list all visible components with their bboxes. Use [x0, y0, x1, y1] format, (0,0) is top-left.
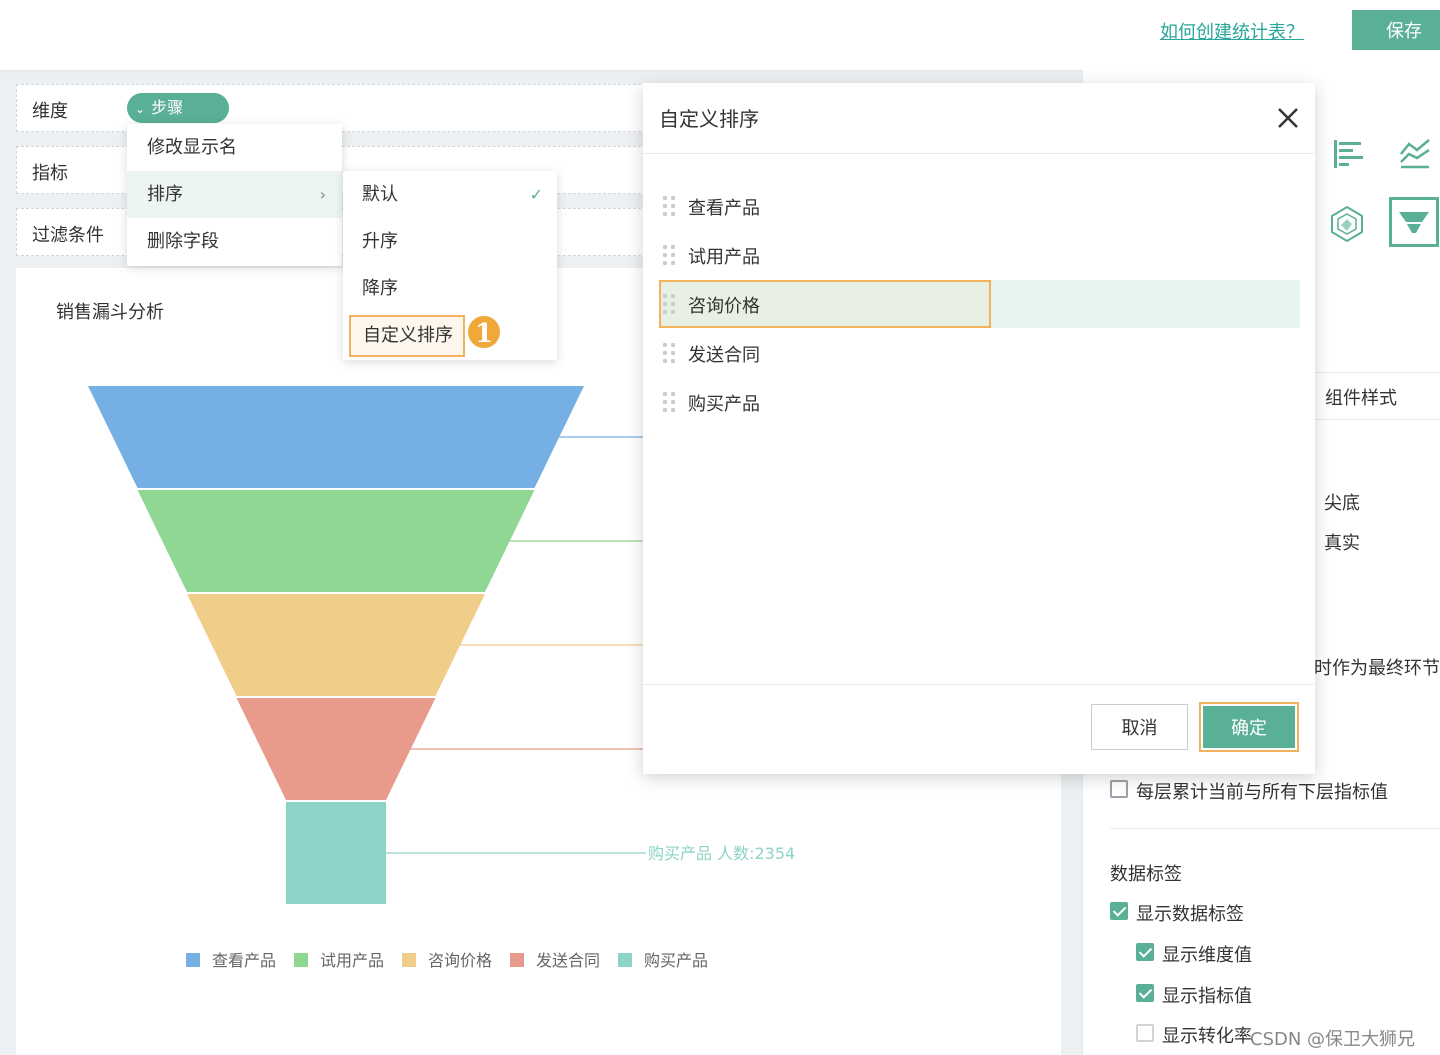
legend-swatch[interactable]: [510, 953, 524, 967]
check-icon: ✓: [529, 185, 543, 204]
show-conversion-text: 显示转化率: [1162, 1026, 1252, 1047]
dialog-footer-divider: [643, 684, 1315, 685]
help-link[interactable]: 如何创建统计表？: [1160, 18, 1304, 44]
sort-option-ascending[interactable]: 升序: [343, 218, 557, 265]
data-label-heading: 数据标签: [1110, 864, 1182, 885]
dimension-label: 维度: [32, 101, 68, 122]
legend-swatch[interactable]: [618, 953, 632, 967]
legend-label[interactable]: 试用产品: [320, 951, 384, 970]
menu-item-sort[interactable]: 排序 ›: [127, 171, 342, 218]
menu-item-rename[interactable]: 修改显示名: [127, 124, 342, 171]
radio-real-label[interactable]: 真实: [1324, 529, 1360, 555]
legend-label[interactable]: 购买产品: [644, 951, 708, 970]
sort-option-custom[interactable]: 自定义排序: [349, 315, 465, 357]
ok-button[interactable]: 确定: [1203, 706, 1295, 748]
sort-option-default-label: 默认: [362, 184, 398, 205]
cumulative-label: 每层累计当前与所有下层指标值: [1136, 782, 1388, 803]
legend-swatch[interactable]: [186, 953, 200, 967]
dimension-chip-label: 步骤: [151, 98, 184, 117]
funnel-segment[interactable]: [236, 698, 436, 800]
measure-label: 指标: [32, 163, 68, 184]
legend-label[interactable]: 发送合同: [536, 951, 600, 970]
filter-label: 过滤条件: [32, 225, 104, 246]
sort-option-default[interactable]: 默认 ✓: [343, 171, 557, 218]
save-button[interactable]: 保存: [1352, 10, 1440, 50]
drag-handle-icon[interactable]: [663, 343, 677, 363]
show-measure-value-checkbox[interactable]: [1136, 984, 1154, 1002]
sort-list-item[interactable]: 发送合同: [659, 329, 1300, 377]
drag-handle-icon[interactable]: [663, 294, 677, 314]
tab-component-style[interactable]: 组件样式: [1312, 372, 1440, 420]
last-stage-label: 时作为最终环节: [1314, 658, 1440, 679]
legend-swatch[interactable]: [402, 953, 416, 967]
sort-submenu: 默认 ✓ 升序 降序 自定义排序: [343, 171, 557, 360]
sort-item-label: 咨询价格: [688, 296, 760, 317]
funnel-segment[interactable]: [137, 490, 535, 592]
dialog-title: 自定义排序: [659, 107, 759, 131]
legend-label[interactable]: 咨询价格: [428, 951, 492, 970]
legend-swatch[interactable]: [294, 953, 308, 967]
sort-item-label: 发送合同: [688, 345, 760, 366]
show-data-label-text: 显示数据标签: [1136, 904, 1244, 925]
step-badge-1: 1: [466, 314, 502, 350]
top-bar: 如何创建统计表？ 保存: [0, 0, 1440, 70]
menu-item-sort-label: 排序: [147, 184, 183, 205]
show-dim-value-checkbox[interactable]: [1136, 943, 1154, 961]
dimension-chip[interactable]: ⌄ 步骤: [127, 93, 229, 123]
sort-option-descending[interactable]: 降序: [343, 265, 557, 312]
sort-item-label: 购买产品: [688, 394, 760, 415]
field-context-menu: 修改显示名 排序 › 删除字段: [127, 124, 342, 266]
drag-handle-icon[interactable]: [663, 245, 677, 265]
menu-item-delete-field[interactable]: 删除字段: [127, 218, 342, 265]
funnel-segment[interactable]: [286, 802, 386, 904]
chevron-down-icon: ⌄: [135, 102, 146, 116]
funnel-segment[interactable]: [187, 594, 485, 696]
drag-handle-icon[interactable]: [663, 196, 677, 216]
cancel-button[interactable]: 取消: [1091, 704, 1188, 750]
dialog-header-divider: [643, 153, 1315, 154]
sort-list-item[interactable]: 咨询价格: [659, 280, 1300, 328]
legend-label[interactable]: 查看产品: [212, 951, 276, 970]
drag-handle-icon[interactable]: [663, 392, 677, 412]
close-icon[interactable]: [1273, 103, 1303, 133]
funnel-chart-type-icon[interactable]: [1389, 197, 1439, 247]
area-chart-icon[interactable]: [1398, 136, 1432, 172]
cumulative-checkbox[interactable]: [1110, 780, 1128, 798]
sort-item-label: 试用产品: [688, 247, 760, 268]
radar-chart-icon[interactable]: [1328, 204, 1366, 244]
sort-list-item[interactable]: 试用产品: [659, 231, 1300, 279]
funnel-segment[interactable]: [88, 386, 584, 488]
show-measure-value-text: 显示指标值: [1162, 986, 1252, 1007]
watermark: CSDN @保卫大狮兄: [1250, 1029, 1416, 1050]
show-conversion-checkbox[interactable]: [1136, 1024, 1154, 1042]
custom-sort-dialog: 自定义排序 查看产品试用产品咨询价格发送合同购买产品 取消 确定: [643, 83, 1315, 774]
chevron-right-icon: ›: [319, 185, 326, 204]
radio-pointed-label[interactable]: 尖底: [1324, 489, 1360, 515]
funnel-data-label: 购买产品 人数:2354: [648, 844, 795, 863]
sort-list-item[interactable]: 购买产品: [659, 378, 1300, 426]
show-data-label-checkbox[interactable]: [1110, 902, 1128, 920]
bar-chart-icon[interactable]: [1330, 136, 1364, 172]
ok-button-highlight: 确定: [1199, 702, 1299, 752]
divider: [1110, 828, 1440, 829]
sort-item-label: 查看产品: [688, 198, 760, 219]
sort-list-item[interactable]: 查看产品: [659, 182, 1300, 230]
show-dim-value-text: 显示维度值: [1162, 945, 1252, 966]
